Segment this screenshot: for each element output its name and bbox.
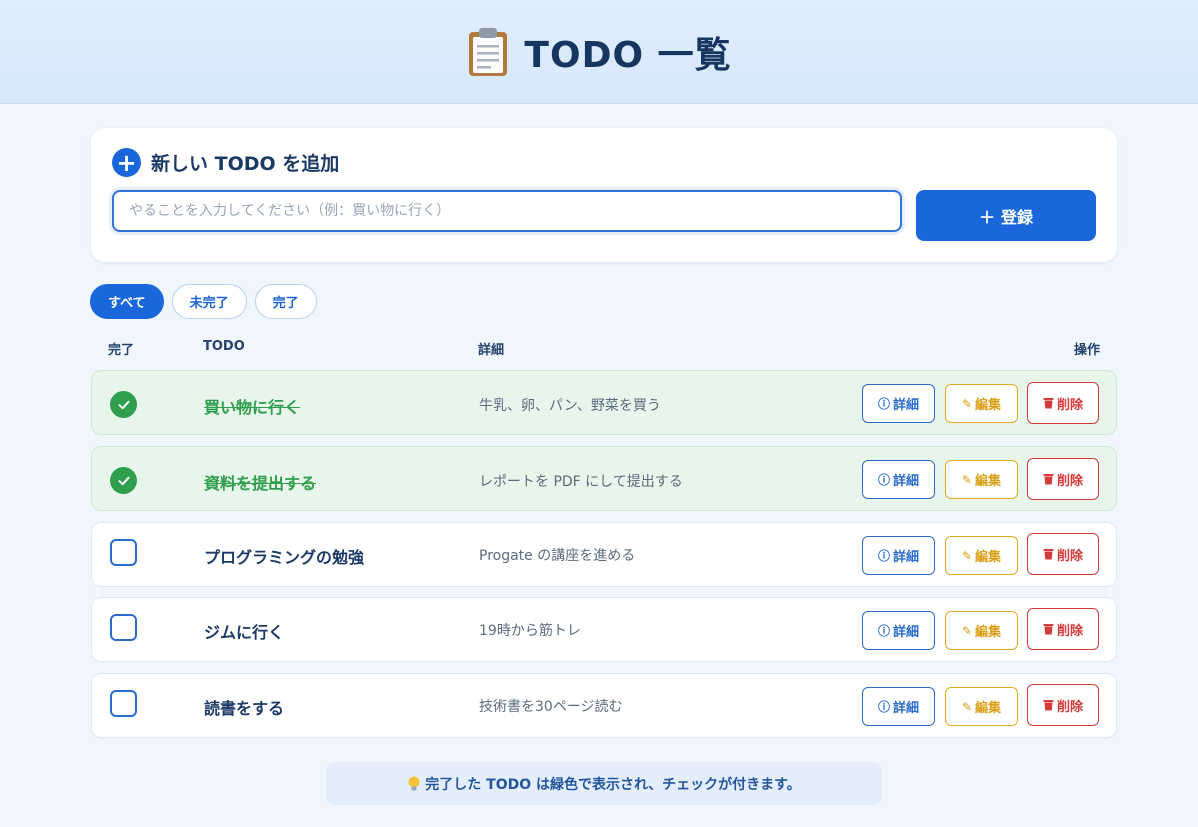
page-title: TODO 一覧 — [466, 26, 731, 78]
detail-button-label: 詳細 — [893, 701, 920, 716]
todo-row: 読書をする 技術書を30ページ読む ⓘ 詳細 ✎ 編集 削除 — [91, 673, 1117, 738]
column-header-done: 完了 — [108, 343, 135, 358]
todo-title: 資料を提出する — [204, 474, 317, 493]
delete-button[interactable]: 削除 — [1027, 382, 1099, 424]
filter-tab-all[interactable]: すべて — [90, 284, 164, 319]
filter-tab-incomplete[interactable]: 未完了 — [171, 284, 247, 319]
todo-title: 読書をする — [204, 699, 285, 718]
pencil-icon: ✎ — [961, 548, 973, 563]
edit-button[interactable]: ✎ 編集 — [945, 611, 1018, 650]
plus-icon: ＋ — [978, 207, 995, 227]
detail-button-label: 詳細 — [893, 398, 920, 413]
pencil-icon: ✎ — [961, 472, 973, 487]
todo-detail: 19時から筋トレ — [479, 623, 581, 639]
todo-title: プログラミングの勉強 — [204, 548, 365, 567]
todo-row: 買い物に行く 牛乳、卵、パン、野菜を買う ⓘ 詳細 ✎ 編集 削除 — [91, 370, 1117, 435]
edit-button-label: 編集 — [975, 474, 1002, 489]
filter-tab-complete[interactable]: 完了 — [254, 284, 317, 319]
delete-button-label: 削除 — [1056, 699, 1083, 715]
edit-button[interactable]: ✎ 編集 — [945, 687, 1018, 726]
info-icon: ⓘ — [877, 549, 890, 563]
filter-tabs: すべて 未完了 完了 — [90, 284, 317, 319]
trash-icon — [1043, 398, 1054, 409]
pencil-icon: ✎ — [961, 699, 973, 714]
checked-icon[interactable] — [110, 391, 137, 418]
todo-title: 買い物に行く — [204, 398, 301, 417]
todo-checkbox[interactable] — [110, 690, 137, 717]
todo-input[interactable] — [112, 190, 902, 232]
todo-detail: Progate の講座を進める — [479, 548, 636, 564]
todo-checkbox[interactable] — [110, 614, 137, 641]
todo-row: 資料を提出する レポートを PDF にして提出する ⓘ 詳細 ✎ 編集 削除 — [91, 446, 1117, 511]
pencil-icon: ✎ — [961, 623, 973, 638]
delete-button-label: 削除 — [1056, 623, 1083, 639]
todo-row: プログラミングの勉強 Progate の講座を進める ⓘ 詳細 ✎ 編集 削除 — [91, 522, 1117, 587]
edit-button-label: 編集 — [975, 701, 1002, 716]
page-title-text: TODO 一覧 — [524, 34, 732, 76]
todo-detail: 技術書を30ページ読む — [479, 699, 623, 715]
hint-text: 完了した TODO は緑色で表示され、チェックが付きます。 — [425, 776, 801, 793]
trash-icon — [1043, 549, 1054, 560]
edit-button[interactable]: ✎ 編集 — [945, 384, 1018, 423]
edit-button-label: 編集 — [975, 625, 1002, 640]
trash-icon — [1043, 474, 1054, 485]
checked-icon[interactable] — [110, 467, 137, 494]
register-button[interactable]: ＋ 登録 — [916, 190, 1096, 241]
detail-button-label: 詳細 — [893, 474, 920, 489]
delete-button[interactable]: 削除 — [1027, 608, 1099, 650]
todo-checkbox[interactable] — [110, 539, 137, 566]
detail-button[interactable]: ⓘ 詳細 — [862, 460, 935, 499]
delete-button[interactable]: 削除 — [1027, 458, 1099, 500]
detail-button-label: 詳細 — [893, 550, 920, 565]
todo-detail: レポートを PDF にして提出する — [479, 474, 683, 490]
edit-button[interactable]: ✎ 編集 — [945, 536, 1018, 575]
page-header: TODO 一覧 — [0, 0, 1198, 104]
register-button-label: 登録 — [1001, 207, 1034, 227]
trash-icon — [1043, 624, 1054, 635]
column-header-actions: 操作 — [1074, 343, 1101, 358]
todo-detail: 牛乳、卵、パン、野菜を買う — [479, 398, 661, 414]
add-todo-heading: + 新しい TODO を追加 — [112, 148, 339, 177]
info-icon: ⓘ — [877, 700, 890, 714]
detail-button[interactable]: ⓘ 詳細 — [862, 611, 935, 650]
detail-button[interactable]: ⓘ 詳細 — [862, 384, 935, 423]
clipboard-icon — [469, 27, 508, 76]
add-todo-card: + 新しい TODO を追加 ＋ 登録 — [91, 128, 1117, 262]
hint-banner: 完了した TODO は緑色で表示され、チェックが付きます。 — [326, 762, 882, 805]
plus-circle-icon: + — [112, 148, 141, 177]
delete-button[interactable]: 削除 — [1027, 684, 1099, 726]
trash-icon — [1043, 700, 1054, 711]
delete-button[interactable]: 削除 — [1027, 533, 1099, 575]
todo-title: ジムに行く — [204, 623, 285, 642]
column-header-detail: 詳細 — [478, 343, 505, 358]
delete-button-label: 削除 — [1056, 397, 1083, 413]
info-icon: ⓘ — [877, 624, 890, 638]
detail-button-label: 詳細 — [893, 625, 920, 640]
pencil-icon: ✎ — [961, 396, 973, 411]
info-icon: ⓘ — [877, 473, 890, 487]
lightbulb-icon — [408, 776, 420, 790]
edit-button-label: 編集 — [975, 398, 1002, 413]
detail-button[interactable]: ⓘ 詳細 — [862, 536, 935, 575]
column-header-todo: TODO — [203, 339, 245, 354]
info-icon: ⓘ — [877, 397, 890, 411]
delete-button-label: 削除 — [1056, 473, 1083, 489]
edit-button-label: 編集 — [975, 550, 1002, 565]
delete-button-label: 削除 — [1056, 548, 1083, 564]
todo-row: ジムに行く 19時から筋トレ ⓘ 詳細 ✎ 編集 削除 — [91, 597, 1117, 662]
add-todo-heading-text: 新しい TODO を追加 — [151, 153, 340, 175]
detail-button[interactable]: ⓘ 詳細 — [862, 687, 935, 726]
edit-button[interactable]: ✎ 編集 — [945, 460, 1018, 499]
